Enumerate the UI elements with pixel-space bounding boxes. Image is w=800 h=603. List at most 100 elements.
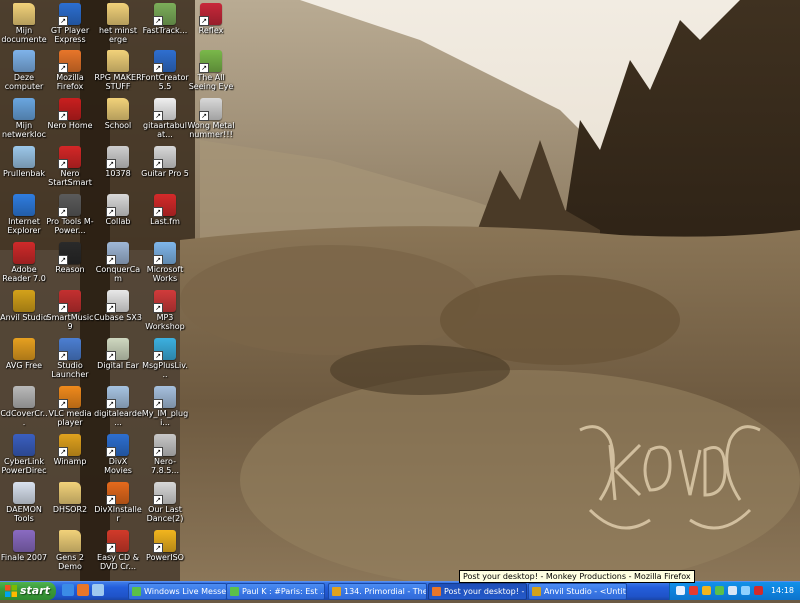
desktop-icon[interactable]: Mijn documenten [0, 3, 48, 44]
firefox-quicklaunch-icon[interactable] [77, 584, 89, 596]
taskbar-button[interactable]: Anvil Studio - <Untitl... [528, 583, 627, 600]
desktop-icon-label: Adobe Reader 7.0 [2, 265, 46, 283]
desktop-icon[interactable]: Prullenbak [0, 146, 48, 178]
desktop-icon[interactable]: Internet Explorer [0, 194, 48, 235]
desktop-icon[interactable]: RPG MAKER STUFF WOOH [94, 50, 142, 91]
desktop-icon[interactable]: ↗ Mozilla Firefox [46, 50, 94, 91]
desktop-icon[interactable]: ↗ DivXInstaller [94, 482, 142, 523]
cd-cover-icon [13, 386, 35, 408]
desktop-icon[interactable]: ↗ FontCreator 5.5 [141, 50, 189, 91]
desktop-icon[interactable]: ↗ Pro Tools M-Power... [46, 194, 94, 235]
desktop-icon[interactable]: ↗ GT Player Express [46, 3, 94, 44]
desktop-icon-label: Nero-7.8.5... [151, 457, 179, 475]
desktop-icon[interactable]: DAEMON Tools [0, 482, 48, 523]
desktop-icon[interactable]: Adobe Reader 7.0 [0, 242, 48, 283]
desktop-icon[interactable]: ↗ SmartMusic 9 [46, 290, 94, 331]
all-seeing-eye-icon: ↗ [199, 50, 222, 73]
desktop-icon[interactable]: ↗ Nero Home [46, 98, 94, 130]
desktop-icon[interactable]: AVG Free [0, 338, 48, 370]
shortcut-arrow-icon: ↗ [153, 495, 163, 505]
taskbar-button[interactable]: Windows Live Messen... [128, 583, 227, 600]
desktop-icon[interactable]: Anvil Studio [0, 290, 48, 322]
media-file-icon: ↗ [153, 482, 176, 505]
shortcut-arrow-icon: ↗ [106, 207, 116, 217]
desktop-icon[interactable]: ↗ Reason [46, 242, 94, 274]
tray-arrow-icon[interactable] [676, 586, 685, 595]
desktop-icon-label: GT Player Express [50, 26, 90, 44]
desktop-icon-label: Studio Launcher [51, 361, 89, 379]
daemon-tools-icon [13, 482, 35, 504]
ie-quicklaunch-icon[interactable] [62, 584, 74, 596]
shortcut-arrow-icon: ↗ [153, 255, 163, 265]
firefox-icon: ↗ [58, 50, 81, 73]
desktop-icon[interactable]: ↗ VLC media player [46, 386, 94, 427]
taskbar-button[interactable]: Post your desktop! - ... [428, 583, 527, 600]
desktop-icon[interactable]: Gens 2 Demo [46, 530, 94, 571]
desktop-icon[interactable]: Mijn netwerkloca... [0, 98, 48, 139]
folder-documents-icon [13, 3, 35, 25]
taskbar-button[interactable]: 134. Primordial - The ... [328, 583, 427, 600]
desktop-icon[interactable]: ↗ The All Seeing Eye [187, 50, 235, 91]
desktop-icon-label: Prullenbak [2, 169, 46, 178]
desktop-icon[interactable]: Finale 2007 [0, 530, 48, 562]
desktop-icon[interactable]: Deze computer [0, 50, 48, 91]
taskbar-button[interactable]: Paul K : #Paris: Est ... [226, 583, 325, 600]
desktop-icon[interactable]: ↗ Digital Ear [94, 338, 142, 370]
desktop-icon[interactable]: ↗ FastTrack... [141, 3, 189, 35]
firefox-task-icon [432, 587, 441, 596]
desktop-icon-label: Nero StartSmart [48, 169, 92, 187]
powerdirector-icon [13, 434, 35, 456]
recycle-bin-icon [13, 146, 35, 168]
desktop-icon-label: 10378 [105, 169, 131, 178]
desktop-icon[interactable]: ↗ Guitar Pro 5 [141, 146, 189, 178]
tray-messenger-icon[interactable] [715, 586, 724, 595]
vlc-icon: ↗ [58, 386, 81, 409]
desktop-icon[interactable]: ↗ gitaartabulat... [141, 98, 189, 139]
desktop-icon[interactable]: ↗ Microsoft Works [141, 242, 189, 283]
shortcut-arrow-icon: ↗ [58, 111, 68, 121]
chat-window-icon [230, 587, 239, 596]
shortcut-arrow-icon: ↗ [58, 303, 68, 313]
desktop-icon[interactable]: ↗ Wong Metal nummer!!! [187, 98, 235, 139]
desktop-icon[interactable]: ↗ Reflex [187, 3, 235, 35]
desktop-icon[interactable]: ↗ Nero StartSmart [46, 146, 94, 187]
desktop-icon[interactable]: ↗ Easy CD & DVD Cr... [94, 530, 142, 571]
tray-volume-icon[interactable] [728, 586, 737, 595]
tray-shield-icon[interactable] [689, 586, 698, 595]
desktop-icon-label: PowerISO [146, 553, 184, 562]
desktop-icon[interactable]: ↗ ConquerCam [94, 242, 142, 283]
desktop-icon[interactable]: ↗ Cubase SX3 [94, 290, 142, 322]
taskbar-button-label: 134. Primordial - The ... [344, 587, 427, 596]
taskbar-button-label: Paul K : #Paris: Est ... [242, 587, 325, 596]
desktop-icon[interactable]: CdCoverCr... [0, 386, 48, 427]
desktop-icon[interactable]: ↗ Collab [94, 194, 142, 226]
show-desktop-icon[interactable] [92, 584, 104, 596]
desktop-icon[interactable]: ↗ digitalearde... [94, 386, 142, 427]
desktop-icon[interactable]: ↗ Nero-7.8.5... [141, 434, 189, 475]
start-button[interactable]: start [0, 582, 56, 600]
desktop-icon[interactable]: ↗ 10378 [94, 146, 142, 178]
tray-update-icon[interactable] [754, 586, 763, 595]
desktop-icon-label: Pro Tools M-Power... [46, 217, 94, 235]
desktop-icon[interactable]: DHSOR2 [46, 482, 94, 514]
tray-avg-icon[interactable] [702, 586, 711, 595]
taskbar: start Windows Live Messen... Paul K : #Pa… [0, 581, 800, 600]
desktop-icon-label: FontCreator 5.5 [141, 73, 189, 91]
shortcut-arrow-icon: ↗ [58, 351, 68, 361]
desktop-icon[interactable]: ↗MP3 Workshop XP [141, 290, 189, 331]
desktop-icon[interactable]: het minst erge [94, 3, 142, 44]
desktop-icon[interactable]: ↗ My_IM_plugi... [141, 386, 189, 427]
desktop-icon[interactable]: CyberLink PowerDirector [0, 434, 48, 475]
desktop-icon[interactable]: ↗ PowerISO [141, 530, 189, 562]
desktop-icon[interactable]: ↗ Last.fm [141, 194, 189, 226]
desktop-icon[interactable]: ↗ Our Last Dance(2) [141, 482, 189, 523]
desktop-icon[interactable]: School [94, 98, 142, 130]
tray-network-icon[interactable] [741, 586, 750, 595]
desktop-icon[interactable]: ↗ DivX Movies [94, 434, 142, 475]
desktop-icon[interactable]: ↗ Winamp [46, 434, 94, 466]
ms-works-icon: ↗ [153, 242, 176, 265]
desktop-icon-label: Finale 2007 [0, 553, 48, 562]
desktop-icon[interactable]: ↗ MsgPlusLiv... [141, 338, 189, 379]
desktop-icon[interactable]: ↗ Studio Launcher [46, 338, 94, 379]
poweriso-icon: ↗ [153, 530, 176, 553]
